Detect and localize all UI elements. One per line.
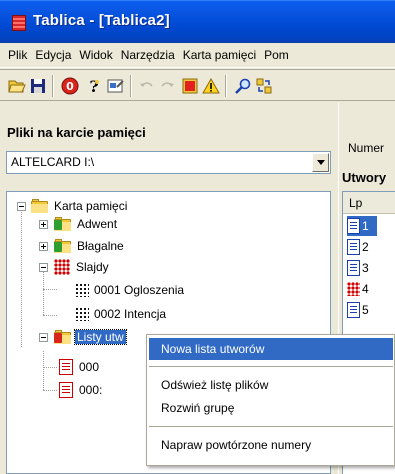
window-title: Tablica - [Tablica2] [33,12,170,29]
menu-widok[interactable]: Widok [75,48,116,62]
tree-node-adwent[interactable]: Adwent [54,214,119,234]
doc-blue-icon [347,239,360,255]
toolbar-separator [225,75,227,97]
collapse-icon[interactable] [39,333,48,342]
menu-plik[interactable]: Plik [4,48,31,62]
menu-separator [149,426,393,427]
save-icon[interactable] [28,76,48,96]
help-icon[interactable]: ? [84,76,104,96]
expand-icon[interactable] [39,242,48,251]
open-icon[interactable] [7,76,27,96]
column-header-lp[interactable]: Lp [343,192,395,214]
list-row[interactable]: 5 [347,300,369,320]
doc-blue-icon [347,260,360,276]
svg-text:0: 0 [66,80,74,93]
folder-green-icon [54,217,72,231]
redo-icon[interactable] [157,76,177,96]
title-bar[interactable]: Tablica - [Tablica2] [0,0,395,43]
tree-node-slajdy[interactable]: Slajdy [54,257,111,277]
tree-node-label: Adwent [77,217,118,231]
tree-line [43,289,57,290]
tree-line [21,208,22,347]
toolbar-separator [52,75,54,97]
tree-node-list-file[interactable]: 000 [59,357,101,377]
row-number: 4 [362,282,369,296]
warning-icon[interactable] [201,76,221,96]
toolbar: 0 ? [0,69,395,101]
drive-select-value: ALTELCARD I:\ [11,155,95,169]
properties-icon[interactable] [106,76,126,96]
menu-bar: Plik Edycja Widok Narzędzia Karta pamięc… [0,43,395,68]
tree-node-list-file[interactable]: 000: [59,380,104,400]
replace-icon[interactable] [254,76,274,96]
row-number: 5 [362,303,369,317]
chevron-down-icon[interactable] [312,153,329,172]
menu-item-refresh-files[interactable]: Odśwież listę plików [149,374,393,396]
list-row[interactable]: 1 [347,216,377,236]
row-number: 1 [362,219,369,233]
tree-node-karta-pamieci[interactable]: Karta pamięci [31,196,129,216]
tree-node-0001-ogloszenia[interactable]: 0001 Ogloszenia [75,280,186,300]
tree-node-label: 000 [79,360,100,374]
folder-icon [31,199,49,213]
list-row[interactable]: 2 [347,237,369,257]
context-menu: Nowa lista utworów Odśwież listę plików … [146,334,395,466]
stop-icon[interactable]: 0 [60,76,80,96]
menu-item-fix-duplicate-numbers[interactable]: Napraw powtórzone numery [149,434,393,456]
folder-red-icon [54,330,72,344]
app-icon [12,15,26,31]
list-row[interactable]: 3 [347,258,369,278]
numer-label: Numer [348,141,385,155]
doc-blue-icon [347,302,360,318]
menu-edycja[interactable]: Edycja [31,48,75,62]
collapse-icon[interactable] [17,202,26,211]
tree-node-label: Karta pamięci [54,199,128,213]
menu-pomoc[interactable]: Pom [260,48,293,62]
slide-icon [75,307,89,321]
tree-line [43,390,57,391]
menu-item-new-list[interactable]: Nowa lista utworów [149,338,393,360]
row-number: 2 [362,240,369,254]
folder-green-icon [54,239,72,253]
tree-line [43,367,57,368]
slides-icon[interactable] [180,76,200,96]
slides-red-icon [347,282,360,296]
slide-icon [75,283,89,297]
menu-narzedzia[interactable]: Narzędzia [117,48,179,62]
tree-node-label: 000: [79,383,103,397]
menu-karta-pamieci[interactable]: Karta pamięci [179,48,260,62]
utwory-label: Utwory [342,170,387,185]
expand-icon[interactable] [39,220,48,229]
tree-node-label: 0001 Ogloszenia [94,283,185,297]
drive-select[interactable]: ALTELCARD I:\ [6,151,331,174]
tree-line [43,270,44,315]
row-number: 3 [362,261,369,275]
tree-node-label: Slajdy [76,260,109,274]
tree-node-label: Listy utw [74,329,127,345]
undo-icon[interactable] [137,76,157,96]
column-header-label: Lp [349,196,363,210]
tree-node-label: 0002 Intencja [94,307,167,321]
tree-node-0002-intencja[interactable]: 0002 Intencja [75,304,168,324]
doc-red-icon [59,382,73,398]
tree-line [43,351,44,390]
search-icon[interactable] [233,76,253,96]
toolbar-separator [130,75,132,97]
menu-separator [149,366,393,367]
tree-line [43,315,57,316]
menu-item-expand-group[interactable]: Rozwiń grupę [149,397,393,419]
svg-text:?: ? [89,77,98,95]
slides-red-icon [54,259,70,275]
pane-title: Pliki na karcie pamięci [7,125,146,140]
tree-node-blagalne[interactable]: Błagalne [54,236,126,256]
tree-node-listy-utworow[interactable]: Listy utw [54,327,127,347]
tree-node-label: Błagalne [77,239,124,253]
collapse-icon[interactable] [39,263,48,272]
list-row[interactable]: 4 [347,279,369,299]
doc-red-icon [59,359,73,375]
doc-blue-icon [347,218,360,234]
